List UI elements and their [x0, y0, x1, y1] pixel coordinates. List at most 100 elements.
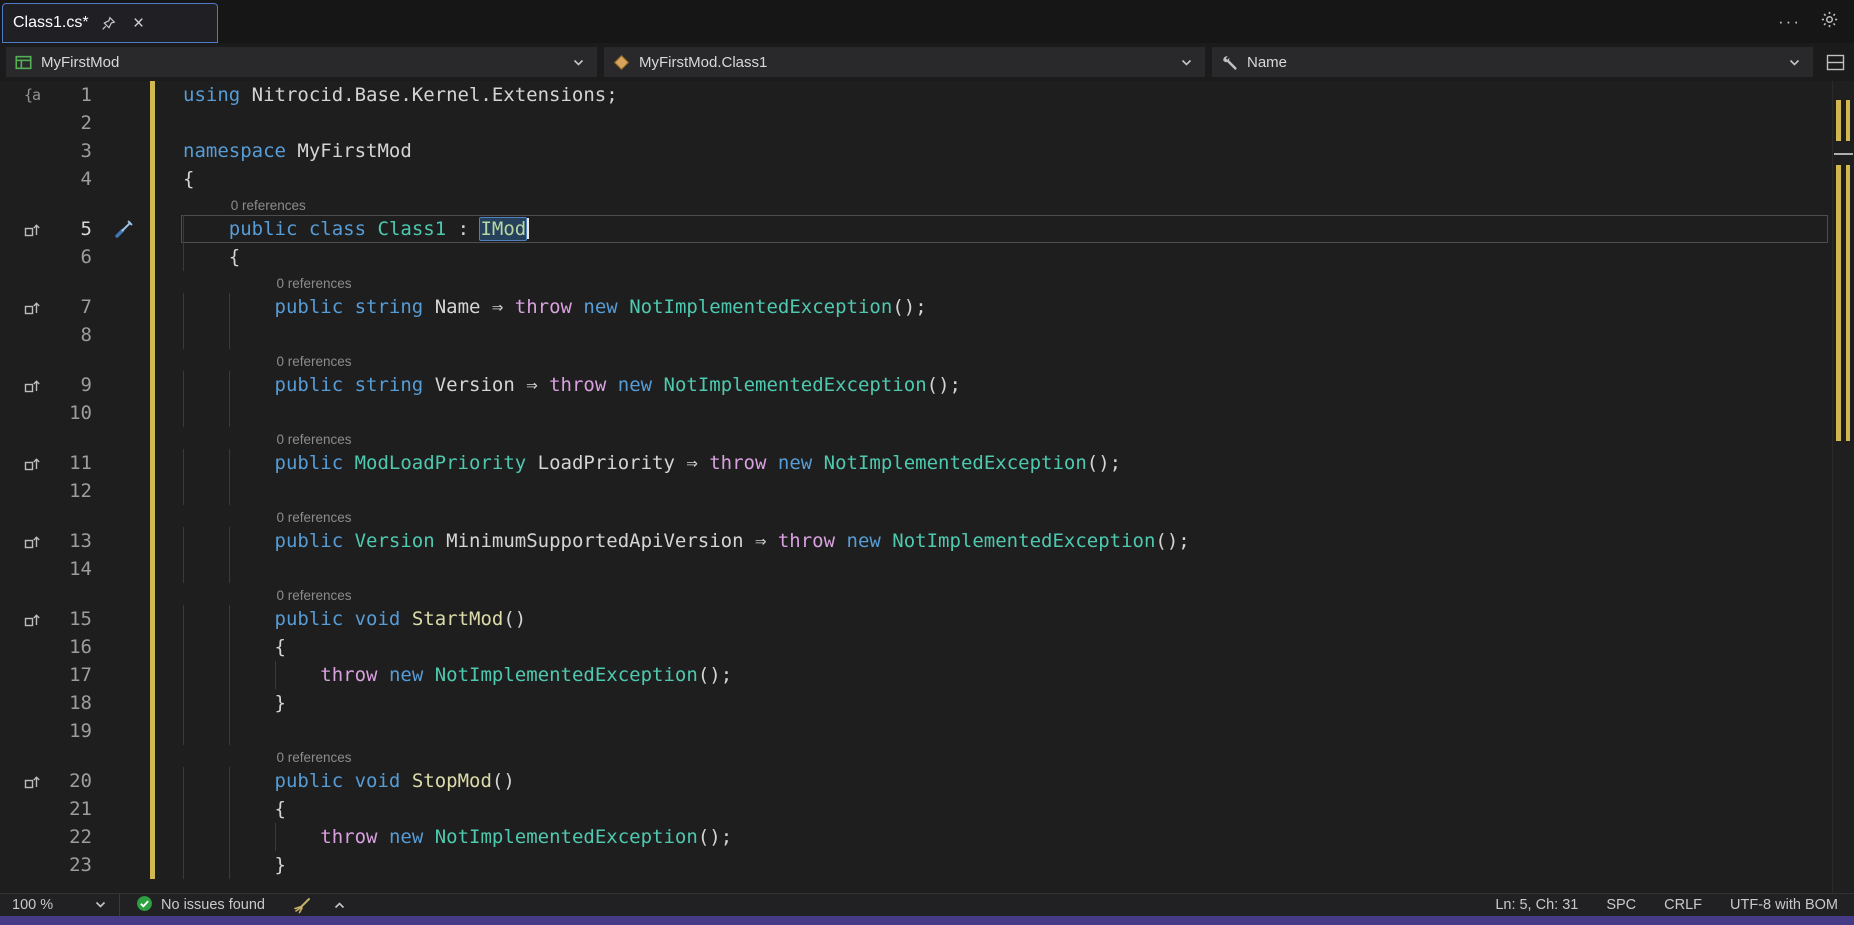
code-text[interactable] [183, 717, 1854, 745]
line-number[interactable]: 23 [58, 851, 98, 879]
code-cleanup-broom-icon[interactable] [281, 897, 322, 914]
code-text[interactable]: } [183, 689, 1854, 717]
more-options-button[interactable]: ··· [1778, 12, 1801, 32]
line-number[interactable]: 21 [58, 795, 98, 823]
vertical-scrollbar[interactable] [1832, 81, 1854, 893]
code-text[interactable] [183, 477, 1854, 505]
code-suggestion-margin-icon[interactable]: {a [0, 81, 58, 109]
action-margin [98, 605, 150, 633]
codelens-references[interactable]: 0 references [183, 745, 1854, 767]
zoom-control[interactable]: 100 % [0, 894, 120, 916]
codelens-references[interactable]: 0 references [183, 583, 1854, 605]
codelens-references[interactable]: 0 references [183, 349, 1854, 371]
code-text[interactable] [183, 399, 1854, 427]
inheritance-margin-icon[interactable] [0, 371, 58, 399]
line-ending-indicator[interactable]: CRLF [1664, 897, 1702, 913]
quick-actions-screwdriver-icon[interactable] [98, 215, 150, 243]
action-margin [98, 795, 150, 823]
codelens-references[interactable]: 0 references [183, 427, 1854, 449]
document-health-indicator[interactable]: No issues found [120, 895, 281, 916]
codelens-references[interactable]: 0 references [183, 271, 1854, 293]
glyph-margin [0, 349, 58, 371]
line-number[interactable]: 22 [58, 823, 98, 851]
code-text[interactable]: { [183, 243, 1854, 271]
type-dropdown[interactable]: MyFirstMod.Class1 [604, 47, 1205, 77]
code-text[interactable] [183, 321, 1854, 349]
line-number[interactable]: 4 [58, 165, 98, 193]
indent-guide [229, 449, 230, 477]
inheritance-margin-icon[interactable] [0, 527, 58, 555]
cursor-position-indicator[interactable]: Ln: 5, Ch: 31 [1495, 897, 1578, 913]
line-number[interactable]: 10 [58, 399, 98, 427]
change-tracking-bar [150, 165, 155, 193]
inheritance-margin-icon[interactable] [0, 767, 58, 795]
line-number[interactable]: 11 [58, 449, 98, 477]
codelens-references[interactable]: 0 references [183, 505, 1854, 527]
line-number[interactable]: 3 [58, 137, 98, 165]
line-number[interactable]: 9 [58, 371, 98, 399]
code-text[interactable]: namespace MyFirstMod [183, 137, 1854, 165]
line-number[interactable]: 14 [58, 555, 98, 583]
code-text[interactable]: } [183, 851, 1854, 879]
action-margin [98, 767, 150, 795]
indent-guide [275, 823, 276, 851]
line-number[interactable]: 1 [58, 81, 98, 109]
line-number[interactable]: 5 [58, 215, 98, 243]
settings-gear-icon[interactable] [1821, 11, 1838, 33]
line-number[interactable]: 13 [58, 527, 98, 555]
line-number[interactable]: 7 [58, 293, 98, 321]
code-text[interactable]: public ModLoadPriority LoadPriority ⇒ th… [183, 449, 1854, 477]
code-text[interactable]: { [183, 633, 1854, 661]
inheritance-margin-icon[interactable] [0, 293, 58, 321]
indent-guide [229, 477, 230, 505]
change-tracking-bar [150, 243, 155, 271]
line-number[interactable]: 17 [58, 661, 98, 689]
line-number[interactable]: 6 [58, 243, 98, 271]
code-text[interactable]: { [183, 165, 1854, 193]
line-number[interactable]: 19 [58, 717, 98, 745]
code-text[interactable]: throw new NotImplementedException(); [183, 661, 1854, 689]
line-number[interactable]: 2 [58, 109, 98, 137]
action-margin [98, 527, 150, 555]
line-number[interactable]: 12 [58, 477, 98, 505]
member-dropdown[interactable]: Name [1212, 47, 1813, 77]
code-text[interactable] [183, 109, 1854, 137]
code-text[interactable]: { [183, 795, 1854, 823]
glyph-margin [0, 583, 58, 605]
code-line-15: 15 public void StartMod() [0, 605, 1854, 633]
line-number[interactable]: 20 [58, 767, 98, 795]
tab-class1[interactable]: Class1.cs* × [2, 3, 218, 43]
encoding-indicator[interactable]: UTF-8 with BOM [1730, 897, 1838, 913]
code-text[interactable]: public Version MinimumSupportedApiVersio… [183, 527, 1854, 555]
line-number[interactable]: 18 [58, 689, 98, 717]
codelens-references[interactable]: 0 references [183, 193, 1854, 215]
line-number[interactable]: 15 [58, 605, 98, 633]
line-number [58, 505, 98, 527]
code-text[interactable]: public string Version ⇒ throw new NotImp… [183, 371, 1854, 399]
action-margin [98, 349, 150, 371]
split-window-button[interactable] [1822, 49, 1848, 75]
action-margin [98, 583, 150, 605]
code-text[interactable]: throw new NotImplementedException(); [183, 823, 1854, 851]
code-text[interactable]: public void StopMod() [183, 767, 1854, 795]
inheritance-margin-icon[interactable] [0, 605, 58, 633]
code-text[interactable]: public string Name ⇒ throw new NotImplem… [183, 293, 1854, 321]
pin-icon[interactable] [99, 13, 119, 33]
code-text[interactable]: public class Class1 : IMod [183, 215, 1854, 243]
chevron-up-icon[interactable] [322, 901, 357, 910]
change-tracking-bar [150, 427, 155, 449]
code-text[interactable]: using Nitrocid.Base.Kernel.Extensions; [183, 81, 1854, 109]
project-dropdown[interactable]: MyFirstMod [6, 47, 597, 77]
line-number[interactable]: 16 [58, 633, 98, 661]
inheritance-margin-icon[interactable] [0, 215, 58, 243]
close-icon[interactable]: × [129, 13, 149, 33]
inheritance-margin-icon[interactable] [0, 449, 58, 477]
codelens-row: 0 references [0, 271, 1854, 293]
code-editor[interactable]: {a1 using Nitrocid.Base.Kernel.Extensions… [0, 81, 1854, 893]
code-text[interactable]: public void StartMod() [183, 605, 1854, 633]
line-number[interactable]: 8 [58, 321, 98, 349]
glyph-margin [0, 689, 58, 717]
code-text[interactable] [183, 555, 1854, 583]
glyph-margin [0, 165, 58, 193]
indentation-indicator[interactable]: SPC [1606, 897, 1636, 913]
